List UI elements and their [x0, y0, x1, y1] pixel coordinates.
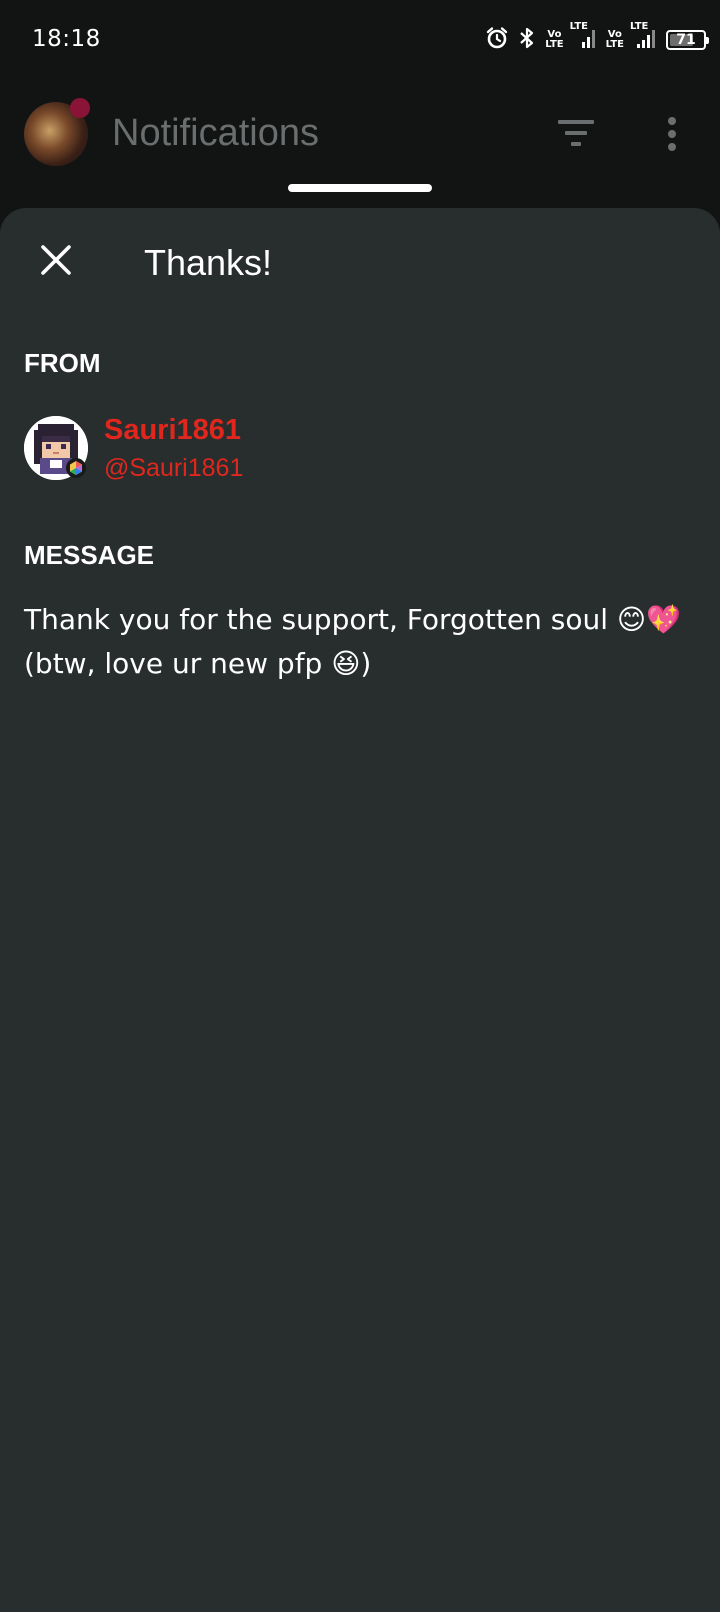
- sheet-drag-handle[interactable]: [288, 184, 432, 192]
- alarm-icon: [485, 26, 509, 54]
- notification-detail-sheet: Thanks! FROM Sauri1861 @Sauri1861 MESSAG…: [0, 208, 720, 1612]
- battery-level: 71: [676, 32, 696, 48]
- lte-label: LTE: [569, 21, 588, 32]
- close-icon: [40, 244, 72, 280]
- battery-icon: 71: [666, 30, 709, 50]
- from-label: FROM: [24, 348, 101, 378]
- volte-bottom: LTE: [605, 39, 624, 50]
- volte-bottom: LTE: [545, 39, 564, 50]
- volte-icon: Vo LTE: [606, 30, 624, 50]
- status-bar: 18:18 Vo LTE LTE Vo LTE LTE 71: [0, 0, 720, 80]
- signal-icon: LTE: [570, 22, 598, 54]
- volte-icon: Vo LTE: [545, 30, 563, 50]
- message-label: MESSAGE: [24, 540, 155, 570]
- notification-dot: [70, 98, 90, 118]
- close-button[interactable]: [30, 236, 82, 288]
- message-body: Thank you for the support, Forgotten sou…: [24, 603, 681, 680]
- status-time: 18:18: [32, 26, 101, 52]
- sender-name[interactable]: Sauri1861: [104, 414, 241, 447]
- status-icons: Vo LTE LTE Vo LTE LTE 71: [485, 22, 709, 56]
- badge-icon: [66, 458, 86, 478]
- lte-label: LTE: [630, 21, 649, 32]
- signal-icon: LTE: [630, 22, 658, 54]
- page-title: Notifications: [112, 112, 319, 154]
- sender-handle[interactable]: @Sauri1861: [104, 454, 243, 483]
- bluetooth-icon: [517, 26, 537, 54]
- more-vertical-icon[interactable]: [660, 116, 684, 156]
- app-header: Notifications: [0, 80, 720, 190]
- filter-icon[interactable]: [556, 118, 596, 148]
- sheet-title: Thanks!: [144, 242, 273, 283]
